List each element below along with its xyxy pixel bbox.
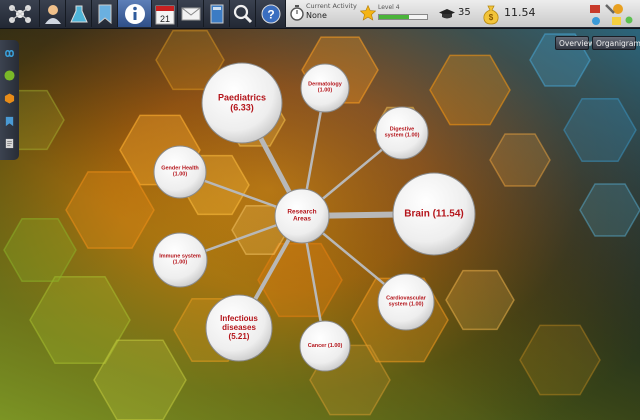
top-toolbar: 21 ? Current Activity None Level 4 35 $ … <box>0 0 640 29</box>
graduation-cap-icon <box>439 9 455 19</box>
mail-icon[interactable] <box>178 0 204 27</box>
node-cancer[interactable] <box>299 320 351 372</box>
level-label: Level 4 <box>378 4 400 11</box>
hexagon-icon[interactable] <box>4 93 15 104</box>
book-icon[interactable] <box>204 0 230 27</box>
current-activity-label: Current Activity <box>306 2 357 10</box>
status-panel: Current Activity None Level 4 35 $ 11.54 <box>286 0 640 27</box>
network-icon[interactable] <box>0 0 40 27</box>
research-graph <box>152 62 476 372</box>
calendar-day: 21 <box>159 14 169 24</box>
star-icon <box>360 5 376 21</box>
money-bag-icon: $ <box>483 5 499 25</box>
node-immune-system[interactable] <box>152 232 208 288</box>
settings-toolbox-icon[interactable] <box>588 1 636 27</box>
node-gender-health[interactable] <box>153 145 207 199</box>
node-brain[interactable] <box>392 172 476 256</box>
help-icon[interactable]: ? <box>256 0 286 27</box>
stopwatch-icon <box>290 5 304 21</box>
overview-button[interactable]: Overview <box>555 36 594 50</box>
node-digestive-system[interactable] <box>375 106 429 160</box>
left-dock <box>0 40 19 160</box>
svg-text:$: $ <box>489 13 494 22</box>
infinity-icon[interactable] <box>4 48 15 59</box>
green-dot-icon[interactable] <box>4 70 15 81</box>
node-infectious-diseases[interactable] <box>205 294 273 362</box>
node-paediatrics[interactable] <box>201 62 283 144</box>
document-icon[interactable] <box>4 138 15 149</box>
organigram-button[interactable]: Organigram <box>592 36 640 50</box>
svg-text:?: ? <box>267 7 274 21</box>
node-dermatology[interactable] <box>300 63 350 113</box>
node-cardiovascular-system[interactable] <box>377 273 435 331</box>
calendar-icon[interactable]: 21 <box>152 0 178 27</box>
lab-flask-icon[interactable] <box>66 0 92 27</box>
search-icon[interactable] <box>230 0 256 27</box>
profile-icon[interactable] <box>40 0 66 27</box>
graduates-count: 35 <box>458 7 471 18</box>
info-icon[interactable] <box>118 0 152 27</box>
level-progress-fill <box>379 15 409 19</box>
bookmark-small-icon[interactable] <box>4 116 15 127</box>
current-activity-value: None <box>306 11 327 20</box>
node-research-areas[interactable] <box>274 188 330 244</box>
level-progress-bar <box>378 14 428 20</box>
bookmark-icon[interactable] <box>92 0 118 27</box>
money-amount: 11.54 <box>504 6 536 19</box>
